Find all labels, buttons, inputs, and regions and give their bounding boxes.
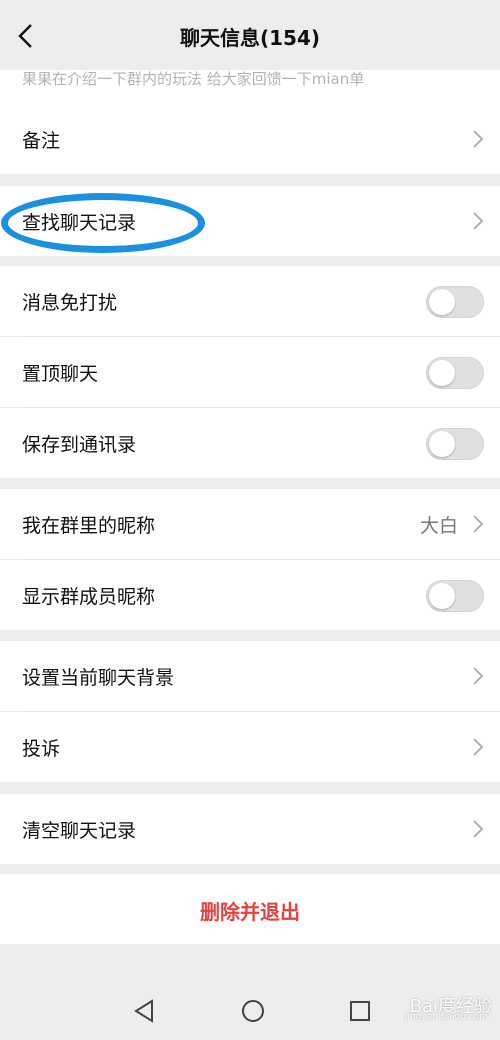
chevron-right-icon (473, 212, 484, 230)
group-notice-text: 果果在介绍一下群内的玩法 给大家回馈一下mian单 (22, 70, 365, 88)
pin-row[interactable]: 置顶聊天 (0, 337, 500, 407)
show-nicknames-label: 显示群成员昵称 (22, 586, 156, 608)
save-contacts-row[interactable]: 保存到通讯录 (0, 408, 500, 478)
show-nicknames-row[interactable]: 显示群成员昵称 (0, 560, 500, 630)
complain-row[interactable]: 投诉 (0, 712, 500, 782)
clear-history-row[interactable]: 清空聊天记录 (0, 794, 500, 864)
save-contacts-label: 保存到通讯录 (22, 434, 137, 456)
chevron-right-icon (473, 667, 484, 685)
save-contacts-toggle[interactable] (426, 428, 484, 460)
nav-recents-icon[interactable] (348, 998, 372, 1024)
background-label: 设置当前聊天背景 (22, 667, 175, 689)
nav-home-icon[interactable] (240, 998, 266, 1024)
header-bar: 聊天信息(154) (0, 0, 500, 70)
highlight-ellipse (1, 193, 205, 253)
baidu-jingyan-watermark: Bai度经验 jingyan.baidu.com (405, 992, 492, 1022)
show-nicknames-toggle[interactable] (426, 580, 484, 612)
clear-history-label: 清空聊天记录 (22, 820, 137, 842)
toggle-knob (429, 289, 455, 315)
chevron-right-icon (473, 820, 484, 838)
delete-exit-button[interactable]: 删除并退出 (0, 874, 500, 944)
chevron-right-icon (473, 738, 484, 756)
toggle-knob (429, 431, 455, 457)
group-notice[interactable]: 果果在介绍一下群内的玩法 给大家回馈一下mian单 (0, 70, 500, 104)
watermark-url: jingyan.baidu.com (404, 1012, 488, 1022)
delete-exit-label: 删除并退出 (200, 900, 300, 924)
remark-row[interactable]: 备注 (0, 104, 500, 174)
chevron-right-icon (473, 515, 484, 533)
my-nickname-label: 我在群里的昵称 (22, 515, 156, 537)
my-nickname-value: 大白 (419, 515, 458, 537)
toggle-knob (429, 583, 455, 609)
pin-label: 置顶聊天 (22, 363, 99, 385)
nav-back-icon[interactable] (132, 998, 156, 1024)
mute-row[interactable]: 消息免打扰 (0, 266, 500, 336)
complain-label: 投诉 (22, 738, 61, 760)
background-row[interactable]: 设置当前聊天背景 (0, 641, 500, 711)
pin-toggle[interactable] (426, 357, 484, 389)
page-title: 聊天信息(154) (179, 26, 321, 50)
mute-toggle[interactable] (426, 286, 484, 318)
mute-label: 消息免打扰 (22, 292, 118, 314)
toggle-knob (429, 360, 455, 386)
remark-label: 备注 (22, 130, 61, 152)
chevron-right-icon (473, 130, 484, 148)
my-nickname-row[interactable]: 我在群里的昵称 大白 (0, 489, 500, 559)
